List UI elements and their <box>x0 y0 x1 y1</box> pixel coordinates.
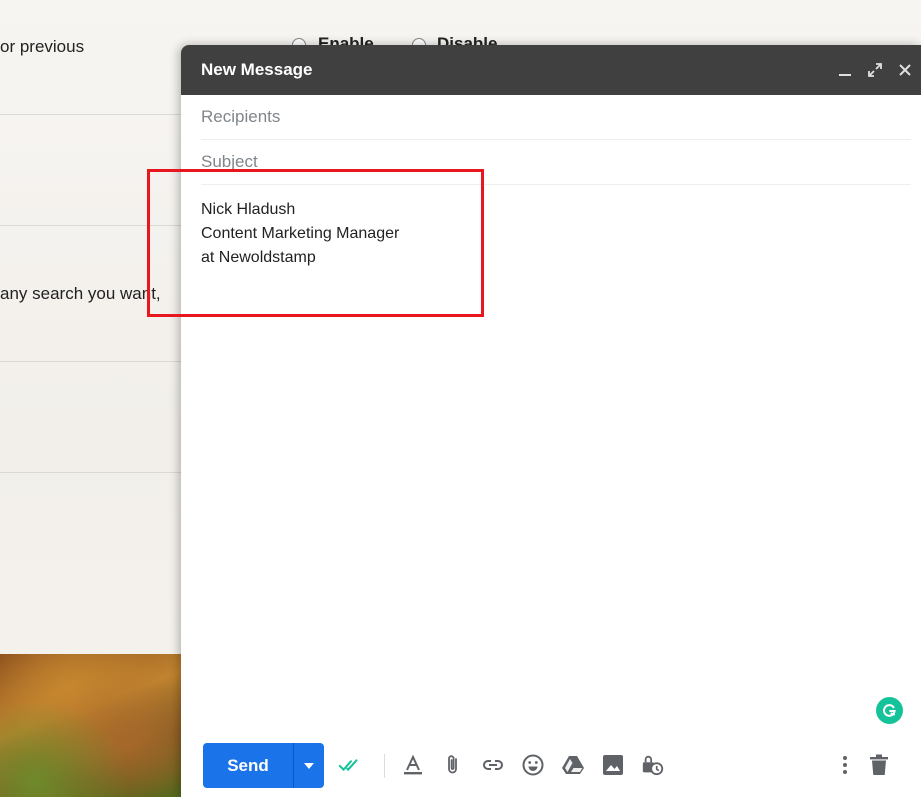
trash-icon[interactable] <box>867 753 891 777</box>
double-check-icon[interactable] <box>338 753 362 777</box>
signature-highlight-box <box>147 169 484 317</box>
settings-text-2: any search you want, <box>0 284 161 303</box>
recipients-placeholder: Recipients <box>201 107 281 126</box>
toolbar-divider <box>384 754 385 778</box>
format-text-icon[interactable] <box>401 753 425 777</box>
compose-title: New Message <box>201 60 313 79</box>
drive-icon[interactable] <box>561 753 585 777</box>
expand-icon[interactable] <box>867 62 883 78</box>
minimize-icon[interactable] <box>837 62 853 78</box>
compose-toolbar: Send <box>203 743 921 788</box>
recipients-field[interactable]: Recipients <box>201 95 911 140</box>
send-button[interactable]: Send <box>203 743 294 788</box>
settings-divider <box>0 361 181 362</box>
link-icon[interactable] <box>481 753 505 777</box>
background-photo <box>0 654 181 797</box>
chevron-down-icon <box>304 762 314 769</box>
confidential-mode-icon[interactable] <box>641 753 665 777</box>
compose-window: New Message Recipients Subject Nick Hlad… <box>181 45 921 797</box>
emoji-icon[interactable] <box>521 753 545 777</box>
compose-header: New Message <box>181 45 921 95</box>
close-icon[interactable] <box>897 62 913 78</box>
send-button-group: Send <box>203 743 324 788</box>
attach-icon[interactable] <box>441 753 465 777</box>
more-options-icon[interactable] <box>833 753 857 777</box>
settings-divider <box>0 114 181 115</box>
photo-icon[interactable] <box>601 753 625 777</box>
settings-text-1: or previous <box>0 37 85 56</box>
schedule-send-dropdown[interactable] <box>294 743 324 788</box>
grammarly-icon[interactable] <box>876 697 903 724</box>
settings-divider <box>0 472 181 473</box>
compose-header-icons <box>837 62 913 78</box>
